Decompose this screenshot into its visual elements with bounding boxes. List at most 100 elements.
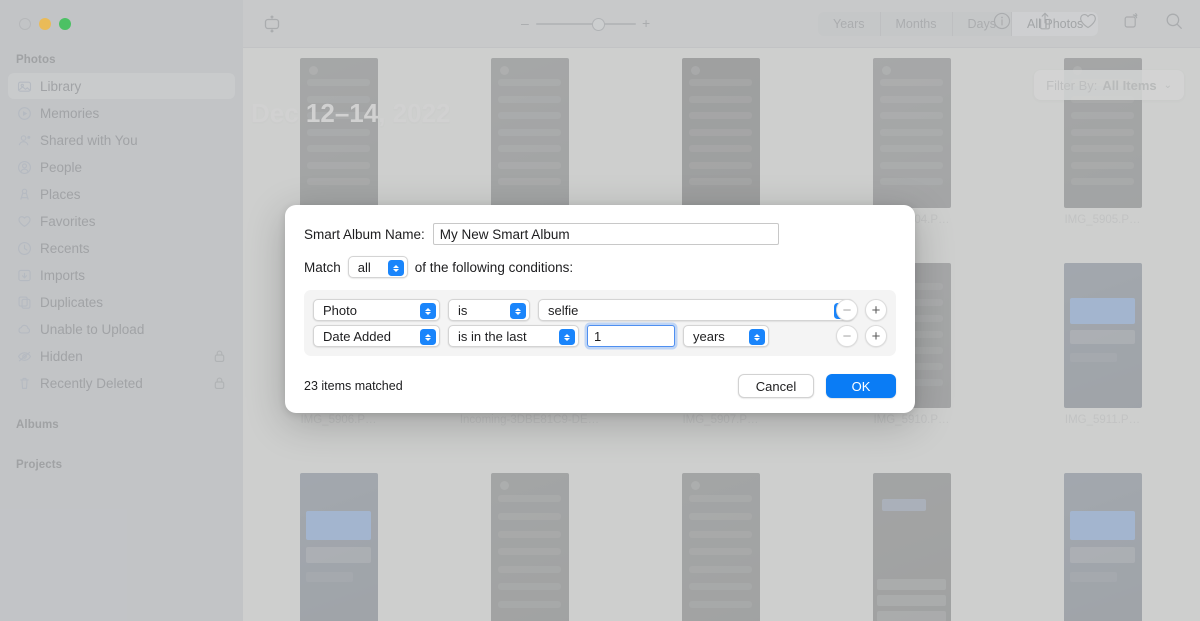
match-type-value: all: [357, 259, 371, 275]
clock-icon: [16, 240, 32, 256]
sidebar-item-library[interactable]: Library: [8, 73, 235, 99]
sidebar[interactable]: Photos Library Memories Shared with You Peop…: [0, 0, 243, 621]
match-prefix-label: Match: [304, 259, 341, 275]
condition-operator-select-value: is in the last: [458, 328, 527, 344]
conditions-list: Photo is selfie −+ Date Added is in the last y…: [304, 290, 896, 356]
sidebar-item-places[interactable]: Places: [8, 181, 235, 207]
smart-album-dialog: Smart Album Name: Match all of the follo…: [285, 205, 915, 413]
sidebar-item-recently-deleted[interactable]: Recently Deleted: [8, 370, 235, 396]
sidebar-item-people[interactable]: People: [8, 154, 235, 180]
match-count-label: 23 items matched: [304, 379, 403, 393]
sidebar-section-header-photos: Photos: [16, 54, 56, 66]
dialog-footer: 23 items matched Cancel OK: [304, 374, 896, 398]
places-pin-icon: [16, 186, 32, 202]
sidebar-item-imports[interactable]: Imports: [8, 262, 235, 288]
grid-options-icon[interactable]: [262, 14, 282, 34]
album-name-row: Smart Album Name:: [304, 223, 896, 245]
cloud-icon: [16, 321, 32, 337]
chevron-updown-icon: [749, 329, 765, 345]
sidebar-item-label: Duplicates: [40, 294, 104, 310]
toolbar: – + Years Months Days All Photos: [243, 0, 1200, 48]
import-icon: [16, 267, 32, 283]
condition-operator-select[interactable]: is: [448, 299, 530, 321]
condition-attribute-select-value: Date Added: [323, 328, 391, 344]
condition-number-input[interactable]: [587, 325, 675, 347]
condition-attribute-select-value: Photo: [323, 302, 357, 318]
condition-unit-select[interactable]: years: [683, 325, 769, 347]
tab-years[interactable]: Years: [818, 12, 881, 36]
chevron-updown-icon: [420, 329, 436, 345]
maximize-window-button[interactable]: [59, 18, 71, 30]
photos-app-window: IMG_5903.PNGIMG_5904.P…IMG_5905.P…IMG_59…: [0, 0, 1200, 621]
condition-attribute-select[interactable]: Photo: [313, 299, 440, 321]
zoom-slider-knob[interactable]: [592, 18, 605, 31]
info-icon[interactable]: [992, 11, 1012, 31]
tab-months[interactable]: Months: [881, 12, 953, 36]
people-icon: [16, 159, 32, 175]
condition-row: Date Added is in the last years −+: [304, 323, 896, 349]
match-row: Match all of the following conditions:: [304, 256, 896, 278]
condition-operator-select-value: is: [458, 302, 468, 318]
zoom-in-label[interactable]: +: [642, 16, 650, 30]
library-icon: [16, 78, 32, 94]
zoom-slider-track[interactable]: [536, 23, 636, 25]
zoom-out-label[interactable]: –: [521, 16, 529, 30]
chevron-updown-icon: [387, 260, 404, 276]
lock-icon: [214, 350, 225, 363]
sidebar-section-header-albums: Albums: [16, 419, 59, 431]
sidebar-item-label: Memories: [40, 105, 100, 121]
sidebar-item-label: Library: [40, 78, 82, 94]
sidebar-item-shared-with-you[interactable]: Shared with You: [8, 127, 235, 153]
lock-icon: [214, 377, 225, 390]
sidebar-item-label: Recently Deleted: [40, 375, 143, 391]
window-controls[interactable]: [19, 18, 71, 30]
sidebar-item-duplicates[interactable]: Duplicates: [8, 289, 235, 315]
sidebar-item-label: Hidden: [40, 348, 83, 364]
sidebar-item-label: Recents: [40, 240, 90, 256]
condition-row-controls: − +: [836, 325, 887, 347]
memories-icon: [16, 105, 32, 121]
sidebar-item-recents[interactable]: Recents: [8, 235, 235, 261]
sidebar-item-label: Favorites: [40, 213, 96, 229]
rotate-icon[interactable]: [1121, 11, 1141, 31]
remove-condition-button[interactable]: −: [836, 325, 858, 347]
chevron-updown-icon: [420, 303, 436, 319]
favorite-heart-icon[interactable]: [1078, 11, 1098, 31]
dialog-buttons: Cancel OK: [738, 374, 896, 398]
condition-value-select-value: selfie: [548, 302, 579, 318]
trash-icon: [16, 375, 32, 391]
album-name-input[interactable]: [432, 223, 779, 245]
search-icon[interactable]: [1164, 11, 1184, 31]
sidebar-item-label: Unable to Upload: [40, 321, 145, 337]
close-window-button[interactable]: [19, 18, 31, 30]
sidebar-item-label: People: [40, 159, 83, 175]
shared-with-you-icon: [16, 132, 32, 148]
sidebar-item-favorites[interactable]: Favorites: [8, 208, 235, 234]
sidebar-item-memories[interactable]: Memories: [8, 100, 235, 126]
sidebar-item-unable-to-upload[interactable]: Unable to Upload: [8, 316, 235, 342]
duplicates-icon: [16, 294, 32, 310]
add-condition-button[interactable]: +: [865, 299, 887, 321]
share-icon[interactable]: [1035, 11, 1055, 31]
toolbar-actions[interactable]: [992, 11, 1184, 31]
heart-icon: [16, 213, 32, 229]
sidebar-item-label: Imports: [40, 267, 86, 283]
match-suffix-label: of the following conditions:: [414, 259, 574, 275]
add-condition-button[interactable]: +: [865, 325, 887, 347]
zoom-slider[interactable]: – +: [521, 16, 650, 31]
match-type-select[interactable]: all: [347, 256, 408, 278]
condition-value-select[interactable]: selfie: [538, 299, 854, 321]
cancel-button[interactable]: Cancel: [738, 374, 814, 398]
chevron-updown-icon: [510, 303, 526, 319]
sidebar-item-hidden[interactable]: Hidden: [8, 343, 235, 369]
ok-button[interactable]: OK: [826, 374, 896, 398]
condition-attribute-select[interactable]: Date Added: [313, 325, 440, 347]
eye-slash-icon: [16, 348, 32, 364]
condition-operator-select[interactable]: is in the last: [448, 325, 579, 347]
condition-unit-select-value: years: [693, 328, 725, 344]
sidebar-section-gap: [0, 437, 243, 453]
remove-condition-button[interactable]: −: [836, 299, 858, 321]
minimize-window-button[interactable]: [39, 18, 51, 30]
sidebar-item-label: Shared with You: [40, 132, 138, 148]
album-name-label: Smart Album Name:: [304, 226, 425, 242]
